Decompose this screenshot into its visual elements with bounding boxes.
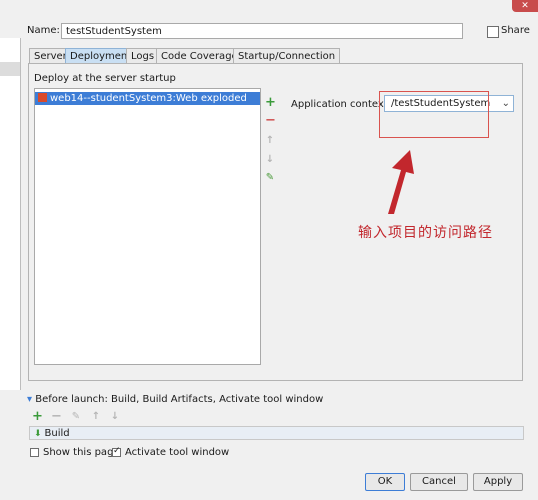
edit-icon[interactable]: ✎	[265, 172, 275, 183]
add-icon[interactable]: +	[265, 95, 276, 110]
cancel-button[interactable]: Cancel	[410, 473, 468, 491]
remove-icon[interactable]: −	[265, 113, 276, 128]
name-input[interactable]: testStudentSystem	[61, 23, 463, 39]
tab-startup-connection[interactable]: Startup/Connection	[233, 48, 341, 63]
deploy-section-label: Deploy at the server startup	[34, 73, 176, 84]
move-up-icon[interactable]: ↑	[265, 135, 275, 146]
before-launch-remove-icon[interactable]: −	[51, 409, 62, 424]
annotation-text: 输入项目的访问路径	[358, 225, 493, 241]
chevron-down-icon: ▾	[27, 394, 36, 405]
share-label: Share	[501, 25, 530, 36]
chevron-down-icon[interactable]: ⌄	[502, 96, 510, 111]
deploy-item-label: web14--studentSystem3:Web exploded	[50, 93, 247, 104]
highlight-box	[379, 91, 489, 138]
app-context-label: Application context:	[291, 99, 392, 110]
tree-selected-item[interactable]	[0, 62, 20, 76]
activate-tool-window-label: Activate tool window	[125, 447, 230, 458]
before-launch-edit-icon[interactable]: ✎	[71, 411, 81, 422]
run-config-tree[interactable]	[0, 38, 21, 390]
build-label: Build	[44, 428, 70, 439]
before-launch-text: Before launch: Build, Build Artifacts, A…	[35, 394, 324, 405]
show-this-page-checkbox[interactable]	[30, 448, 39, 457]
ok-button[interactable]: OK	[365, 473, 405, 491]
share-checkbox[interactable]	[487, 26, 499, 38]
before-launch-item[interactable]: ⬇ Build	[29, 426, 524, 440]
before-launch-down-icon[interactable]: ↓	[110, 411, 120, 422]
annotation-arrow	[388, 150, 414, 214]
artifact-icon	[38, 93, 47, 102]
close-button[interactable]: ✕	[512, 0, 538, 12]
move-down-icon[interactable]: ↓	[265, 154, 275, 165]
apply-button[interactable]: Apply	[473, 473, 523, 491]
before-launch-up-icon[interactable]: ↑	[91, 411, 101, 422]
name-label: Name:	[27, 25, 60, 36]
deploy-list[interactable]	[34, 88, 261, 365]
before-launch-add-icon[interactable]: +	[32, 409, 43, 424]
show-this-page-label: Show this page	[43, 447, 120, 458]
tab-logs[interactable]: Logs	[126, 48, 160, 63]
activate-tool-window-checkbox[interactable]	[112, 446, 121, 457]
tab-code-coverage[interactable]: Code Coverage	[156, 48, 243, 63]
before-launch-label[interactable]: ▾ Before launch: Build, Build Artifacts,…	[27, 394, 323, 405]
build-icon: ⬇	[34, 429, 42, 439]
list-item[interactable]: web14--studentSystem3:Web exploded	[35, 92, 260, 105]
